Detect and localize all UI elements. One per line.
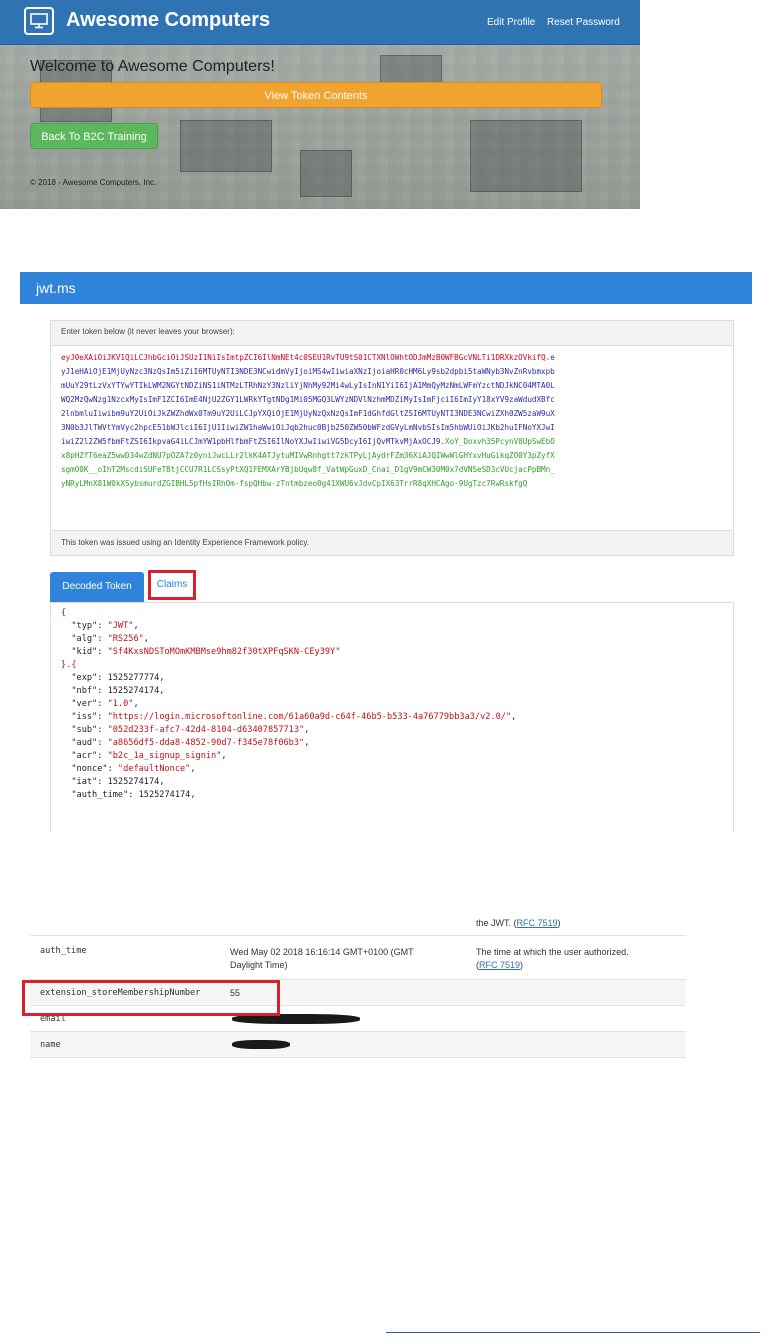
token-policy-note: This token was issued using an Identity …	[61, 538, 309, 547]
decoded-line: "nbf": 1525274174,	[61, 686, 165, 696]
token-box-header: Enter token below (it never leaves your …	[51, 321, 733, 346]
token-line: yNRyLMnX81W0kXSybsmurdZGIBHL5pfHsIRhOm-f…	[61, 477, 725, 491]
token-segment-pay: iwiZ2l2ZW5fbmFtZSI6IkpvaG4iLCJmYW1pbHlfb…	[61, 437, 446, 446]
tab-claims[interactable]: Claims	[148, 570, 196, 600]
token-segment-pay: e	[550, 353, 555, 362]
circuit-board-decoration	[300, 150, 352, 197]
decoded-line: "aud": "a8656df5-dda8-4852-90d7-f345e78f…	[61, 738, 310, 748]
back-to-b2c-training-button[interactable]: Back To B2C Training	[30, 123, 158, 149]
token-segment-pay: 3N0b3JlTWVtYmVyc2hpcE51bWJlciI6IjU1IiwiZ…	[61, 423, 555, 432]
token-input-box[interactable]: Enter token below (it never leaves your …	[50, 320, 734, 556]
decoded-line: "kid": "Sf4KxsNDSToMOmKMBMse9hm82f30tXPF…	[61, 647, 341, 657]
edit-profile-link[interactable]: Edit Profile	[487, 17, 535, 28]
highlight-box-extension-claim	[22, 980, 280, 1016]
view-token-contents-button[interactable]: View Token Contents	[30, 82, 602, 108]
claim-description: The time at which the user authorized. (R…	[476, 947, 629, 970]
decoded-line: "alg": "RS256",	[61, 634, 149, 644]
token-segment-pay: yJ1eHAiOjE1MjUyNzc3NzQsIm5iZiI6MTUyNTI3N…	[61, 367, 555, 376]
token-segment-pay: 2lnbmluIiwibm9uY2UiOiJkZWZhdWx0Tm9uY2UiL…	[61, 409, 555, 418]
jwt-site-title[interactable]: jwt.ms	[36, 280, 76, 296]
token-line: mUuY29tLzVxYTYwYTIkLWM2NGYtNDZiNS1iNTMzL…	[61, 379, 725, 393]
token-segment-sig: sgmO0K__oIhT2MscdiSUFeTBtjCCU7R1LCSsyPtX…	[61, 465, 555, 474]
jwt-ms-screenshot: jwt.ms Enter token below (it never leave…	[20, 272, 752, 832]
claim-name: name	[40, 1040, 61, 1050]
tab-decoded-token[interactable]: Decoded Token	[50, 572, 144, 602]
token-line: yJ1eHAiOjE1MjUyNzc3NzQsIm5iZiI6MTUyNTI3N…	[61, 365, 725, 379]
token-segment-hdr: eyJ0eXAiOiJKV1QiLCJhbGciOiJSUzI1NiIsImtp…	[61, 353, 551, 362]
table-row: the JWT. (RFC 7519)	[30, 912, 686, 936]
divider-line	[386, 1332, 760, 1333]
token-line: iwiZ2l2ZW5fbmFtZSI6IkpvaG4iLCJmYW1pbHlfb…	[61, 435, 725, 449]
circuit-board-decoration	[180, 120, 272, 172]
token-line: 3N0b3JlTWVtYmVyc2hpcE51bWJlciI6IjU1IiwiZ…	[61, 421, 725, 435]
decoded-token-json: { "typ": "JWT", "alg": "RS256", "kid": "…	[61, 607, 516, 802]
rfc-link[interactable]: RFC 7519	[479, 960, 520, 970]
app-title[interactable]: Awesome Computers	[66, 9, 270, 32]
monitor-icon[interactable]	[24, 7, 54, 35]
encoded-token-text[interactable]: eyJ0eXAiOiJKV1QiLCJhbGciOiJSUzI1NiIsImtp…	[61, 351, 725, 491]
decoded-line: "iat": 1525274174,	[61, 777, 165, 787]
token-segment-pay: mUuY29tLzVxYTYwYTIkLWM2NGYtNDZiNS1iNTMzL…	[61, 381, 555, 390]
jwt-header-bar: jwt.ms	[20, 272, 752, 304]
claim-name: auth_time	[40, 946, 87, 956]
welcome-heading: Welcome to Awesome Computers!	[30, 58, 275, 75]
decoded-line: "acr": "b2c_1a_signup_signin",	[61, 751, 227, 761]
decoded-line: "nonce": "defaultNonce",	[61, 764, 196, 774]
decoded-line: {	[61, 608, 67, 618]
token-segment-pay: WQ2MzQwNzg1NzcxMyIsImF1ZCI6ImE4NjU2ZGY1L…	[61, 395, 555, 404]
token-segment-sig: XoY_Doxvh35PcynV8UpSwEbO	[445, 437, 555, 446]
token-line: x8pHZfT6eaZ5wwD34wZdNU7pOZA7z0yniJwcLLr2…	[61, 449, 725, 463]
awesome-computers-app-screenshot: Awesome Computers Edit Profile Reset Pas…	[0, 0, 640, 209]
token-box-footer: This token was issued using an Identity …	[51, 530, 733, 555]
decoded-line: "typ": "JWT",	[61, 621, 139, 631]
table-row: name	[30, 1032, 686, 1058]
decoded-line: "ver": "1.0",	[61, 699, 139, 709]
reset-password-link[interactable]: Reset Password	[547, 17, 620, 28]
decoded-line: "exp": 1525277774,	[61, 673, 165, 683]
token-line: WQ2MzQwNzg1NzcxMyIsImF1ZCI6ImE4NjU2ZGY1L…	[61, 393, 725, 407]
token-prompt: Enter token below (it never leaves your …	[61, 327, 235, 336]
copyright-text: © 2018 - Awesome Computers, Inc.	[30, 178, 157, 187]
token-line: sgmO0K__oIhT2MscdiSUFeTBtjCCU7R1LCSsyPtX…	[61, 463, 725, 477]
decoded-line: "sub": "052d233f-afc7-42d4-8104-d6340785…	[61, 725, 310, 735]
circuit-board-decoration	[470, 120, 582, 192]
token-line: eyJ0eXAiOiJKV1QiLCJhbGciOiJSUzI1NiIsImtp…	[61, 351, 725, 365]
rfc-link[interactable]: RFC 7519	[517, 918, 558, 928]
app-navbar: Awesome Computers Edit Profile Reset Pas…	[0, 0, 640, 45]
decoded-line: "iss": "https://login.microsoftonline.co…	[61, 712, 517, 722]
table-row: auth_time Wed May 02 2018 16:16:14 GMT+0…	[30, 936, 686, 980]
decoded-line: }.{	[61, 660, 77, 670]
claim-value: Wed May 02 2018 16:16:14 GMT+0100 (GMT D…	[230, 947, 414, 970]
decoded-token-panel: { "typ": "JWT", "alg": "RS256", "kid": "…	[50, 602, 734, 832]
redacted-name-scribble	[232, 1040, 290, 1049]
token-segment-sig: x8pHZfT6eaZ5wwD34wZdNU7pOZA7z0yniJwcLLr2…	[61, 451, 555, 460]
claim-description: the JWT. (RFC 7519)	[476, 918, 561, 928]
decoded-line: "auth_time": 1525274174,	[61, 790, 196, 800]
token-segment-sig: yNRyLMnX81W0kXSybsmurdZGIBHL5pfHsIRhOm-f…	[61, 479, 528, 488]
token-line: 2lnbmluIiwibm9uY2UiOiJkZWZhdWx0Tm9uY2UiL…	[61, 407, 725, 421]
